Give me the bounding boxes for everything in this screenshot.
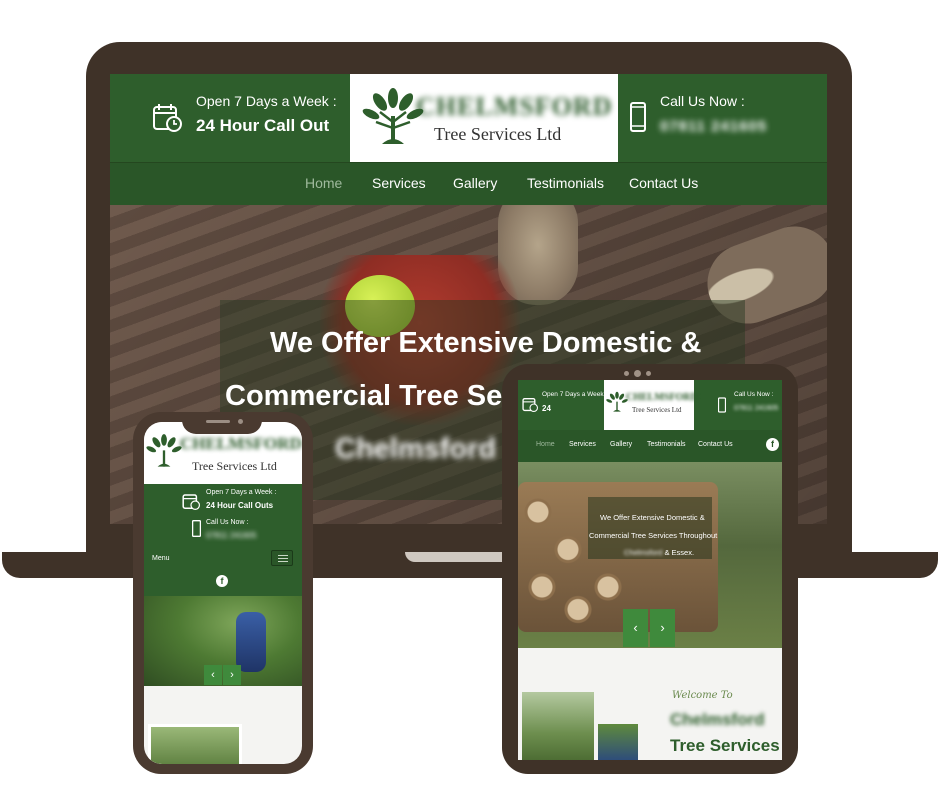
phone-number-link[interactable]: 07811 241605 bbox=[206, 531, 257, 540]
hero-heading-line1: We Offer Extensive Domestic & bbox=[270, 327, 702, 359]
nav-contact-us[interactable]: Contact Us bbox=[629, 175, 698, 191]
hero-heading-line2: Commercial Tree Se bbox=[225, 380, 503, 412]
slider-prev-button[interactable]: ‹ bbox=[204, 665, 222, 685]
phone-screen: CHELMSFORD Tree Services Ltd Open 7 Days… bbox=[144, 422, 302, 764]
nav-testimonials[interactable]: Testimonials bbox=[527, 175, 604, 191]
opening-hours-label: Open 7 Days a Week : bbox=[196, 93, 337, 109]
calendar-clock-icon bbox=[522, 398, 538, 412]
brand-name: CHELMSFORD bbox=[626, 392, 698, 403]
tablet-site-logo[interactable]: CHELMSFORD Tree Services Ltd bbox=[604, 380, 698, 430]
nav-services[interactable]: Services bbox=[569, 441, 596, 448]
hero-heading-region: & Essex. bbox=[664, 548, 695, 557]
tablet-screen: Open 7 Days a Week : 24 CHELMSFORD Tree … bbox=[518, 380, 782, 760]
tree-logo-icon bbox=[362, 88, 424, 144]
facebook-icon[interactable]: f bbox=[216, 575, 228, 587]
slider-next-button[interactable]: › bbox=[650, 609, 675, 647]
facebook-icon[interactable]: f bbox=[766, 438, 779, 451]
brand-subtitle: Tree Services Ltd bbox=[434, 124, 562, 144]
welcome-title-line2: Tree Services bbox=[670, 736, 780, 755]
brand-subtitle: Tree Services Ltd bbox=[632, 406, 682, 414]
slider-prev-button[interactable]: ‹ bbox=[623, 609, 648, 647]
nav-home[interactable]: Home bbox=[536, 441, 555, 448]
brand-subtitle: Tree Services Ltd bbox=[192, 459, 277, 473]
tablet-header: Open 7 Days a Week : 24 CHELMSFORD Tree … bbox=[518, 380, 782, 430]
slider-next-button[interactable]: › bbox=[223, 665, 241, 685]
welcome-title-line1: Chelmsford bbox=[670, 710, 765, 729]
nav-contact-us[interactable]: Contact Us bbox=[698, 441, 733, 448]
calendar-clock-icon bbox=[182, 494, 200, 510]
callout-text: 24 Hour Call Out bbox=[196, 116, 330, 135]
phone-number-link[interactable]: 07811 241605 bbox=[734, 405, 778, 412]
brand-name: CHELMSFORD bbox=[416, 92, 613, 121]
arborist-image bbox=[236, 612, 266, 672]
hamburger-menu-icon[interactable] bbox=[271, 550, 293, 566]
welcome-label: Welcome To bbox=[672, 690, 733, 701]
nav-testimonials[interactable]: Testimonials bbox=[647, 441, 686, 448]
laptop-header: Open 7 Days a Week : 24 Hour Call Out CH… bbox=[110, 74, 827, 162]
main-nav: Home Services Gallery Testimonials Conta… bbox=[110, 162, 827, 205]
nav-home[interactable]: Home bbox=[305, 175, 342, 191]
welcome-image-trees bbox=[522, 692, 594, 760]
callout-text: 24 Hour Call Outs bbox=[206, 501, 274, 510]
opening-hours-label: Open 7 Days a Week : bbox=[206, 489, 277, 496]
brand-name: CHELMSFORD bbox=[180, 434, 302, 453]
nav-gallery[interactable]: Gallery bbox=[610, 441, 632, 448]
menu-label[interactable]: Menu bbox=[152, 555, 170, 562]
tree-logo-icon bbox=[146, 434, 182, 467]
calendar-clock-icon bbox=[153, 104, 182, 132]
call-us-label: Call Us Now : bbox=[660, 93, 745, 109]
call-us-label: Call Us Now : bbox=[734, 391, 774, 398]
tree-logo-icon bbox=[606, 391, 628, 412]
hero-heading-line1: We Offer Extensive Domestic & bbox=[600, 513, 705, 522]
phone-number-link[interactable]: 07811 241605 bbox=[660, 118, 767, 135]
callout-text: 24 bbox=[542, 404, 551, 413]
hero-heading-line3: Chelmsford & Essex. bbox=[624, 548, 694, 557]
call-us-label: Call Us Now : bbox=[206, 519, 249, 526]
tablet-camera-dots bbox=[624, 370, 654, 378]
hero-heading-line2: Commercial Tree Services Throughout bbox=[589, 531, 718, 540]
welcome-image-arborist bbox=[598, 724, 638, 760]
phone-gallery-thumbnail bbox=[148, 724, 242, 764]
nav-services[interactable]: Services bbox=[372, 175, 426, 191]
mobile-phone-icon bbox=[630, 102, 646, 132]
nav-gallery[interactable]: Gallery bbox=[453, 175, 497, 191]
hero-heading-location: Chelmsford bbox=[624, 548, 663, 557]
phone-notch bbox=[182, 412, 262, 434]
site-logo[interactable]: CHELMSFORD Tree Services Ltd bbox=[350, 74, 618, 162]
hero-heading-line3: Chelmsford bbox=[335, 433, 497, 465]
tablet-nav: Home Services Gallery Testimonials Conta… bbox=[518, 430, 782, 462]
mobile-phone-icon bbox=[718, 397, 726, 413]
mobile-phone-icon bbox=[192, 520, 201, 537]
opening-hours-label: Open 7 Days a Week : bbox=[542, 391, 608, 398]
